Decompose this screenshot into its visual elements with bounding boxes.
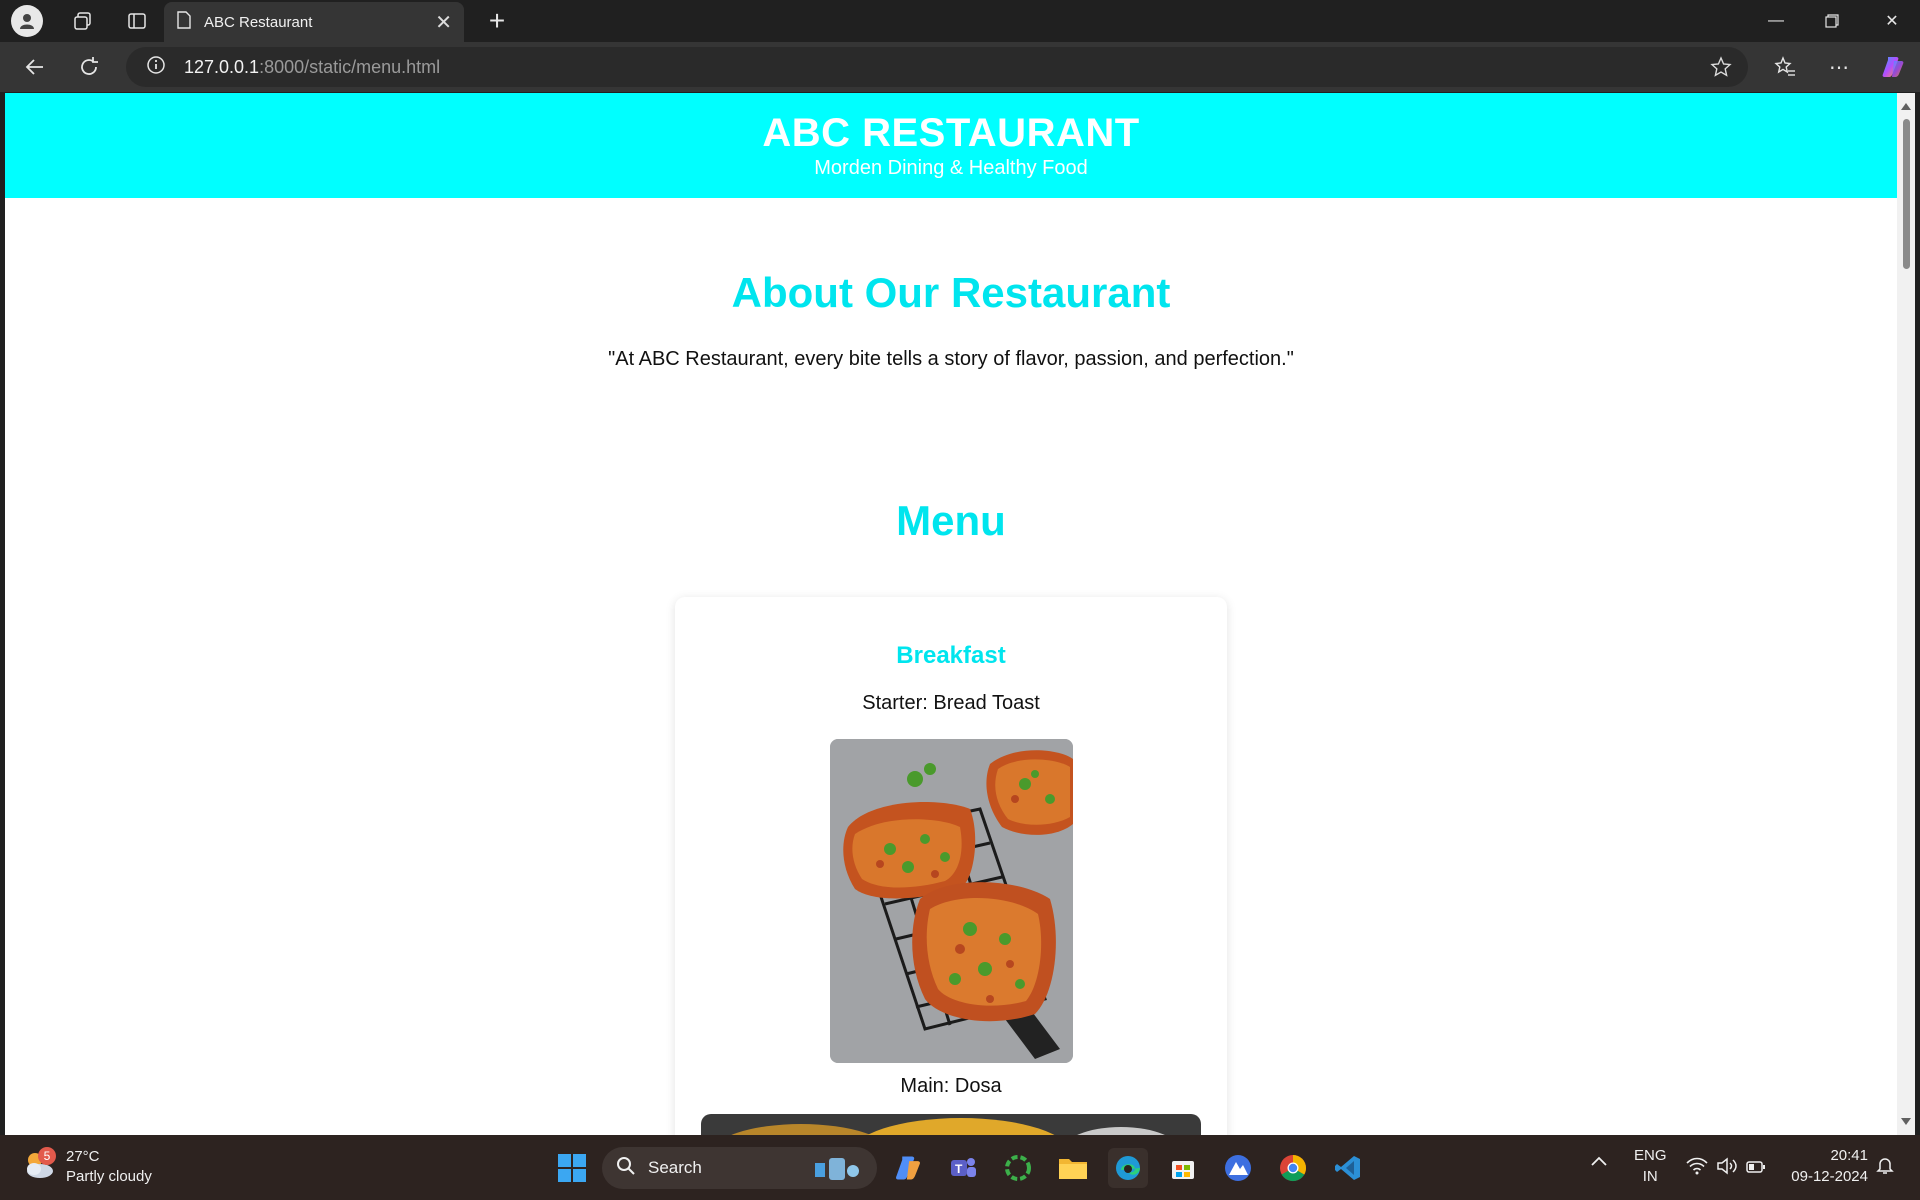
copilot-app-icon[interactable] bbox=[888, 1148, 928, 1188]
close-window-button[interactable]: ✕ bbox=[1864, 0, 1920, 42]
loader-app-icon[interactable] bbox=[998, 1148, 1038, 1188]
about-section: About Our Restaurant "At ABC Restaurant,… bbox=[5, 198, 1897, 371]
about-heading: About Our Restaurant bbox=[731, 269, 1171, 316]
scroll-down-arrow-icon[interactable] bbox=[1901, 1118, 1911, 1125]
weather-badge: 5 bbox=[38, 1146, 56, 1165]
address-bar[interactable]: 127.0.0.1:8000/static/menu.html bbox=[126, 47, 1748, 87]
title-bar: ABC Restaurant ✕ + — ✕ bbox=[0, 0, 1920, 42]
url-text: 127.0.0.1:8000/static/menu.html bbox=[184, 57, 440, 78]
battery-icon[interactable] bbox=[1746, 1159, 1766, 1180]
search-label: Search bbox=[648, 1158, 702, 1177]
show-hidden-icons[interactable] bbox=[1590, 1153, 1608, 1174]
minimize-button[interactable]: — bbox=[1748, 0, 1804, 42]
back-button[interactable] bbox=[18, 50, 52, 84]
menu-heading: Menu bbox=[896, 497, 1006, 544]
clock[interactable]: 20:41 09-12-2024 bbox=[1784, 1145, 1868, 1187]
copilot-icon[interactable] bbox=[1876, 50, 1910, 84]
windows-taskbar: 5 27°C Partly cloudy Search T ENG IN 20:… bbox=[0, 1135, 1920, 1200]
edge-icon[interactable] bbox=[1108, 1148, 1148, 1188]
about-quote: "At ABC Restaurant, every bite tells a s… bbox=[608, 348, 1294, 370]
close-tab-icon[interactable]: ✕ bbox=[435, 10, 452, 35]
profile-icon[interactable] bbox=[11, 5, 43, 37]
url-path: :8000/static/menu.html bbox=[259, 56, 441, 77]
language-code: ENG bbox=[1634, 1147, 1667, 1164]
weather-widget[interactable]: 5 27°C Partly cloudy bbox=[22, 1146, 152, 1187]
weather-icon: 5 bbox=[22, 1146, 56, 1186]
region-code: IN bbox=[1642, 1168, 1658, 1185]
refresh-button[interactable] bbox=[72, 50, 106, 84]
dosa-image bbox=[701, 1114, 1201, 1135]
search-icon bbox=[616, 1156, 636, 1181]
language-indicator[interactable]: ENG IN bbox=[1634, 1145, 1667, 1187]
menu-card-breakfast: Breakfast Starter: Bread Toast Main: Dos… bbox=[675, 597, 1227, 1135]
page-scrollbar[interactable] bbox=[1897, 93, 1915, 1135]
volume-icon[interactable] bbox=[1716, 1157, 1738, 1181]
active-tab[interactable]: ABC Restaurant ✕ bbox=[164, 2, 464, 42]
taskbar-search[interactable]: Search bbox=[602, 1147, 877, 1189]
chrome-icon[interactable] bbox=[1273, 1148, 1313, 1188]
more-options-icon[interactable]: ⋯ bbox=[1822, 50, 1856, 84]
browser-toolbar: 127.0.0.1:8000/static/menu.html ⋯ bbox=[0, 42, 1920, 92]
favorites-icon[interactable] bbox=[1768, 50, 1802, 84]
meal-heading: Breakfast bbox=[896, 642, 1006, 669]
site-title: ABC RESTAURANT bbox=[762, 111, 1140, 155]
site-info-icon[interactable] bbox=[146, 55, 166, 80]
tab-title: ABC Restaurant bbox=[204, 13, 313, 31]
search-highlight-icon bbox=[807, 1153, 867, 1188]
weather-desc: Partly cloudy bbox=[66, 1168, 152, 1185]
clock-time: 20:41 bbox=[1830, 1147, 1868, 1164]
mountain-app-icon[interactable] bbox=[1218, 1148, 1258, 1188]
store-icon[interactable] bbox=[1163, 1148, 1203, 1188]
vscode-icon[interactable] bbox=[1328, 1148, 1368, 1188]
wifi-icon[interactable] bbox=[1686, 1157, 1708, 1181]
page-viewport: ABC RESTAURANT Morden Dining & Healthy F… bbox=[5, 93, 1897, 1135]
restore-button[interactable] bbox=[1804, 0, 1860, 42]
scroll-up-arrow-icon[interactable] bbox=[1901, 103, 1911, 110]
vertical-tabs-icon[interactable] bbox=[121, 5, 153, 37]
page-icon bbox=[176, 11, 192, 33]
teams-icon[interactable]: T bbox=[943, 1148, 983, 1188]
bread-toast-image bbox=[829, 739, 1073, 1063]
url-host: 127.0.0.1 bbox=[184, 56, 260, 77]
weather-temp: 27°C bbox=[66, 1148, 100, 1165]
new-tab-button[interactable]: + bbox=[480, 4, 514, 38]
notification-bell-icon[interactable] bbox=[1876, 1155, 1894, 1181]
scroll-thumb[interactable] bbox=[1903, 119, 1910, 269]
workspaces-icon[interactable] bbox=[67, 5, 99, 37]
starter-item: Starter: Bread Toast bbox=[862, 692, 1040, 714]
clock-date: 09-12-2024 bbox=[1791, 1168, 1868, 1185]
start-icon[interactable] bbox=[552, 1148, 592, 1188]
file-explorer-icon[interactable] bbox=[1053, 1148, 1093, 1188]
main-item: Main: Dosa bbox=[900, 1075, 1002, 1097]
svg-text:T: T bbox=[955, 1162, 963, 1176]
site-header: ABC RESTAURANT Morden Dining & Healthy F… bbox=[5, 93, 1897, 198]
favorite-star-icon[interactable] bbox=[1710, 56, 1732, 83]
site-subtitle: Morden Dining & Healthy Food bbox=[814, 157, 1088, 179]
